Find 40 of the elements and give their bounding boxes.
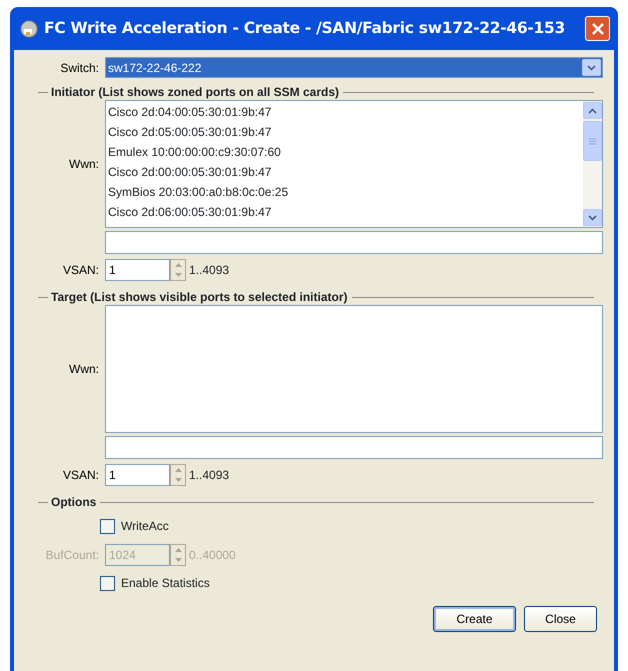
checkbox[interactable] [100,576,115,590]
chevron-down-icon[interactable] [588,214,597,220]
list-item[interactable]: Cisco 2d:00:00:05:30:01:9b:47 [106,162,583,182]
range-hint: 1..4093 [189,467,230,484]
checkbox[interactable] [100,518,115,534]
vsan-label: VSAN: [62,467,99,484]
section-heading: Initiator (List shows zoned ports on all SSM cards) [50,84,340,101]
create-button[interactable]: Create [433,606,516,632]
list-item[interactable]: Emulex 10:00:00:00:c9:30:07:60 [106,142,583,162]
scrollbar-thumb[interactable] [583,121,602,161]
wwn-list[interactable]: Cisco 2d:04:00:05:30:01:9b:47 Cisco 2d:05:00:05:30:01:9b:47 Emulex 10:00:00:00:c9:30:07:60 Cisco 2d:00:00:05:30:01:9b:47 SymBios 20:03:00:a0:b8:0c:0e:25 Cisco 2d:06:00:05:30:01:9b:47 [105,100,603,228]
window-title: FC Write Acceleration - Create - /SAN/Fabric sw172-22-46-153 [44,18,565,39]
list-item[interactable]: Cisco 2d:04:00:05:30:01:9b:47 [106,102,583,122]
switch-label: Switch: [59,60,99,76]
bufcount-label: BufCount: [44,547,99,564]
switch-dropdown[interactable]: sw172-22-46-222 [105,57,603,78]
text-field[interactable] [105,231,603,254]
list-item[interactable]: SymBios 20:03:00:a0:b8:0c:0e:25 [106,182,583,202]
text-field[interactable] [105,436,603,459]
checkbox-label: WriteAcc [121,518,169,535]
close-icon[interactable] [590,22,604,36]
number-field[interactable]: 1 [105,464,170,486]
section-heading: Target (List shows visible ports to selected initiator) [50,289,348,306]
list-item[interactable]: Cisco 2d:06:00:05:30:01:9b:47 [106,202,583,222]
range-hint: 0..40000 [189,547,236,564]
chevron-up-icon[interactable] [588,108,597,114]
scroll-up-button[interactable] [583,102,602,119]
list-item[interactable]: Cisco 2d:05:00:05:30:01:9b:47 [106,122,583,142]
number-field[interactable]: 1 [105,259,170,281]
close-button[interactable] [585,16,610,41]
grip-icon[interactable] [588,136,597,146]
vsan-label: VSAN: [62,262,99,279]
wwn-label: Wwn: [68,156,99,173]
checkbox-label: Enable Statistics [121,575,210,592]
app-icon [20,20,38,38]
scroll-down-button[interactable] [583,209,602,226]
range-hint: 1..4093 [189,262,230,279]
wwn-label: Wwn: [68,361,99,378]
section-heading: Options [50,494,96,511]
close-dialog-button[interactable]: Close [524,606,597,632]
